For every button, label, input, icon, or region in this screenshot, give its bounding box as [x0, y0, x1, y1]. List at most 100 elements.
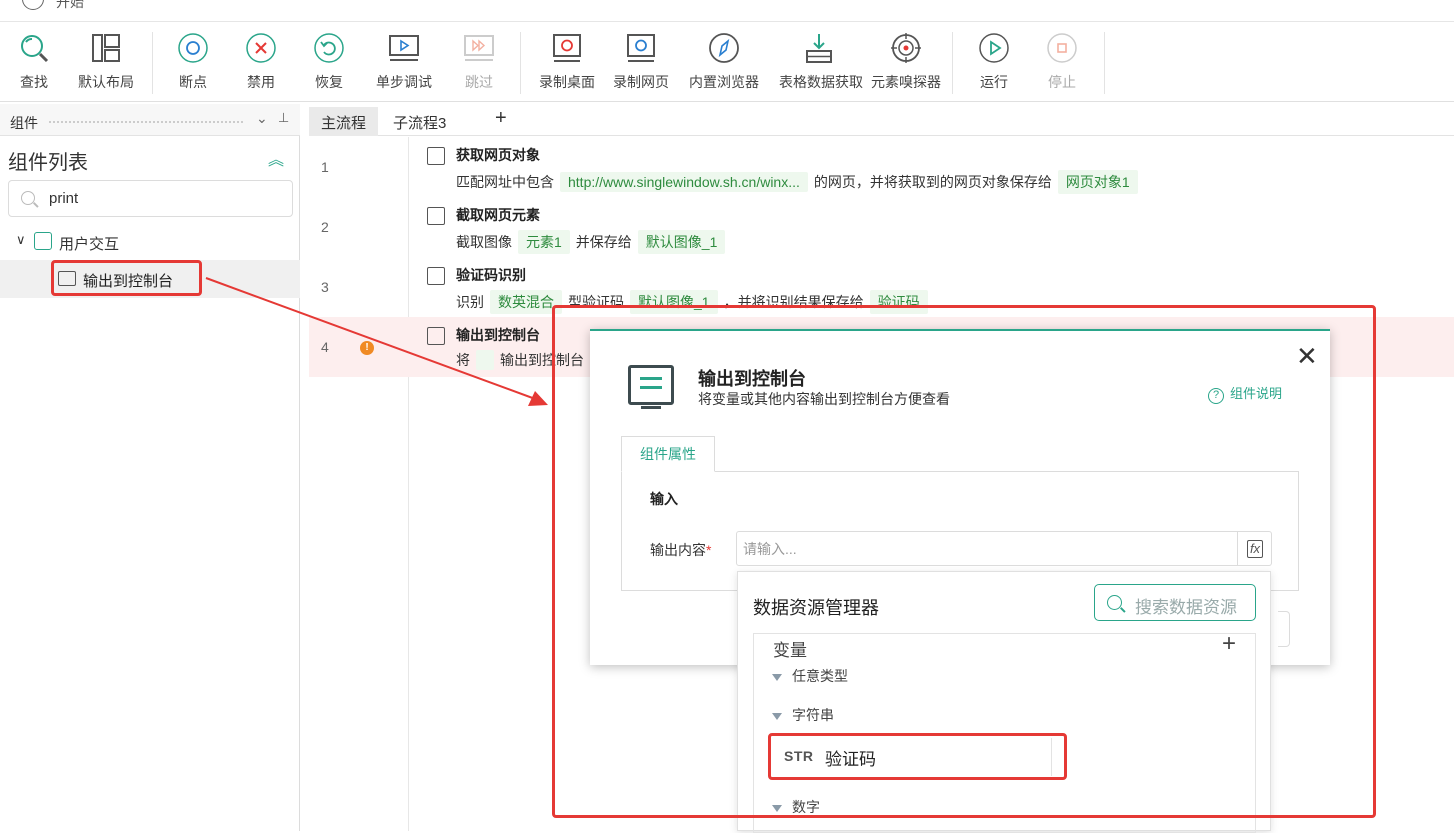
component-help-link[interactable]: ? 组件说明 — [1208, 383, 1282, 404]
step-debug-icon — [388, 32, 420, 64]
find-button[interactable]: 查找 — [0, 32, 74, 92]
step-title: 输出到控制台 — [456, 327, 540, 343]
search-placeholder: 搜索数据资源 — [1135, 598, 1237, 617]
input-section-title: 输入 — [650, 491, 678, 507]
tab-component-properties[interactable]: 组件属性 — [621, 436, 715, 472]
back-label[interactable]: 开始 — [56, 0, 84, 12]
back-icon[interactable] — [22, 0, 44, 10]
group-label: 字符串 — [792, 707, 834, 723]
step-title: 验证码识别 — [456, 267, 526, 283]
search-icon — [1107, 595, 1122, 610]
group-any-type[interactable]: 任意类型 — [772, 666, 848, 686]
close-icon[interactable]: ✕ — [1296, 343, 1318, 369]
builtin-browser-label: 内置浏览器 — [689, 74, 759, 90]
flow-step[interactable]: 2 截取网页元素 截取图像 元素1 并保存给 默认图像_1 — [309, 197, 1454, 257]
step-text: 的网页，并将获取到的网页对象保存给 — [813, 174, 1052, 190]
flow-step[interactable]: 3 验证码识别 识别 数英混合 型验证码 默认图像_1 ，并将识别结果保存给 验证码 — [309, 257, 1454, 317]
caret-down-icon — [772, 713, 782, 720]
skip-button[interactable]: 跳过 — [439, 32, 519, 92]
find-label: 查找 — [20, 74, 48, 90]
help-label: 组件说明 — [1230, 386, 1283, 401]
chevron-down-icon[interactable]: ∨ — [16, 232, 26, 248]
fx-icon: fx — [1246, 540, 1264, 558]
step-icon — [427, 327, 445, 345]
builtin-browser-button[interactable]: 内置浏览器 — [684, 32, 764, 92]
flow-step[interactable]: 1 获取网页对象 匹配网址中包含 http://www.singlewindow.sh… — [309, 137, 1454, 197]
flow-tabs: 主流程 子流程3 + — [309, 104, 1454, 136]
skip-icon — [463, 32, 495, 64]
step-description: 识别 数英混合 型验证码 默认图像_1 ，并将识别结果保存给 验证码 — [456, 290, 928, 314]
element-sniffer-icon — [890, 32, 922, 64]
step-description: 匹配网址中包含 http://www.singlewindow.sh.cn/win… — [456, 170, 1138, 194]
dialog-title: 输出到控制台 — [698, 369, 806, 389]
hand-pointer-icon — [34, 232, 52, 250]
chevron-down-icon[interactable]: ⌄ — [256, 110, 268, 127]
tab-main-flow[interactable]: 主流程 — [309, 107, 379, 136]
record-desktop-icon — [551, 32, 583, 64]
panel-header: 组件 ⌄ ⊥ — [0, 104, 300, 136]
required-mark: * — [706, 542, 712, 558]
output-content-field[interactable]: fx — [736, 531, 1272, 566]
tab-subflow-3[interactable]: 子流程3 — [381, 107, 458, 136]
component-list-title: 组件列表 — [8, 152, 88, 174]
variable-chip[interactable]: 默认图像_1 — [630, 290, 718, 314]
layout-icon — [90, 32, 122, 64]
element-sniffer-button[interactable]: 元素嗅探器 — [866, 32, 946, 92]
toolbar-divider — [952, 32, 953, 94]
step-debug-button[interactable]: 单步调试 — [364, 32, 444, 92]
variable-item-captcha[interactable]: STR 验证码 — [772, 738, 1052, 776]
variable-name: 验证码 — [825, 750, 876, 769]
restore-button[interactable]: 恢复 — [289, 32, 369, 92]
variable-chip[interactable]: 默认图像_1 — [637, 230, 726, 254]
step-text: 匹配网址中包含 — [456, 174, 554, 190]
variable-chip[interactable]: 网页对象1 — [1057, 170, 1138, 194]
data-resource-search-input[interactable]: 搜索数据资源 — [1094, 584, 1256, 621]
collapse-up-icon[interactable]: ︽ — [268, 146, 284, 170]
variable-chip[interactable]: 数英混合 — [490, 290, 562, 314]
record-web-label: 录制网页 — [613, 74, 669, 90]
line-number: 3 — [321, 279, 329, 295]
table-data-button[interactable]: 表格数据获取 — [779, 32, 863, 92]
stop-button[interactable]: 停止 — [1022, 32, 1102, 92]
output-content-input[interactable] — [743, 538, 1223, 560]
annotation-box-component — [51, 260, 202, 296]
panel-header-title: 组件 — [10, 115, 38, 131]
variable-chip[interactable]: http://www.singlewindow.sh.cn/winx... — [560, 172, 808, 192]
group-label: 任意类型 — [792, 668, 848, 684]
step-text: 输出到控制台 — [500, 352, 584, 368]
table-data-icon — [803, 32, 835, 64]
add-tab-button[interactable]: + — [495, 107, 507, 130]
dialog-subtitle: 将变量或其他内容输出到控制台方便查看 — [698, 391, 950, 407]
string-type-icon: STR — [784, 748, 814, 764]
toolbar-divider — [1104, 32, 1105, 94]
table-data-label: 表格数据获取 — [779, 74, 863, 90]
default-layout-button[interactable]: 默认布局 — [66, 32, 146, 92]
step-text: 并保存给 — [575, 234, 632, 250]
warning-icon[interactable]: ! — [360, 341, 374, 355]
record-web-button[interactable]: 录制网页 — [601, 32, 681, 92]
step-icon — [427, 207, 445, 225]
step-text: 识别 — [456, 294, 484, 310]
variable-chip[interactable]: 元素1 — [518, 230, 570, 254]
component-search-input[interactable]: print — [8, 180, 293, 217]
add-variable-button[interactable]: + — [1222, 630, 1236, 658]
pin-icon[interactable]: ⊥ — [278, 110, 289, 126]
component-panel: 组件 ⌄ ⊥ 组件列表 ︽ print ∨ 用户交互 输出到控制台 — [0, 104, 300, 831]
variable-chip[interactable]: 验证码 — [869, 290, 928, 314]
step-text: 截取图像 — [456, 234, 512, 250]
record-desktop-label: 录制桌面 — [539, 74, 595, 90]
group-number[interactable]: 数字 — [772, 797, 820, 817]
data-manager-title: 数据资源管理器 — [753, 598, 879, 618]
variable-chip[interactable] — [476, 350, 494, 370]
question-icon: ? — [1208, 388, 1224, 404]
drag-handle[interactable] — [48, 120, 244, 124]
skip-label: 跳过 — [465, 74, 493, 90]
step-title: 获取网页对象 — [456, 147, 540, 163]
fx-expression-button[interactable]: fx — [1237, 532, 1272, 565]
group-string[interactable]: 字符串 — [772, 705, 834, 725]
group-label: 数字 — [792, 799, 820, 815]
record-desktop-button[interactable]: 录制桌面 — [527, 32, 607, 92]
record-web-icon — [625, 32, 657, 64]
dialog-button-edge[interactable] — [1278, 611, 1290, 647]
stop-label: 停止 — [1048, 74, 1076, 90]
